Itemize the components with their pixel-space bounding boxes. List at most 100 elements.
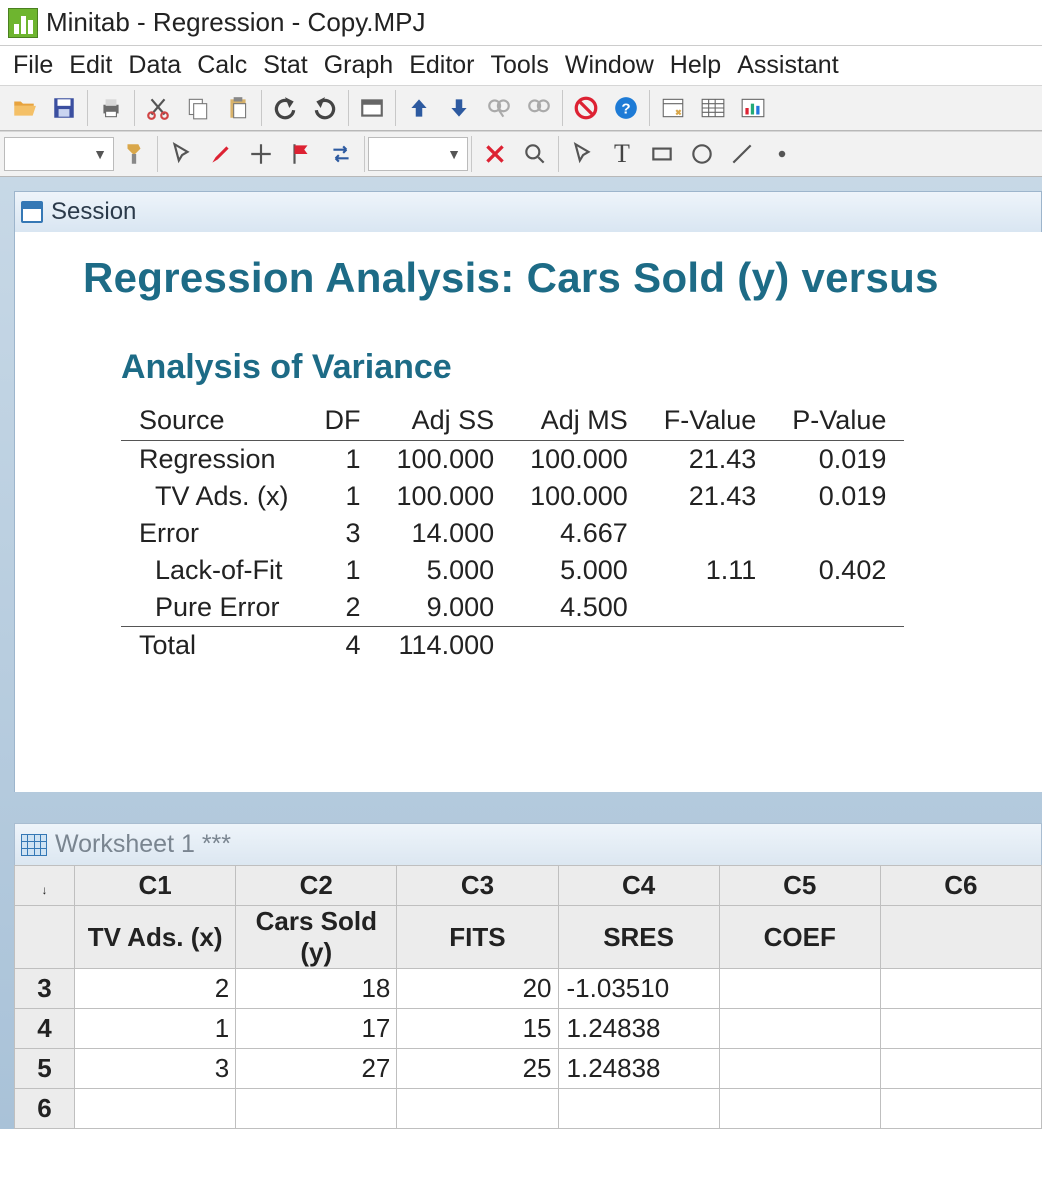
select-icon[interactable] — [562, 134, 602, 174]
menu-stat[interactable]: Stat — [256, 49, 314, 82]
row-header[interactable]: 4 — [15, 1009, 75, 1049]
worksheet-window-icon[interactable] — [693, 88, 733, 128]
find-next-icon[interactable] — [519, 88, 559, 128]
worksheet-cell[interactable]: 27 — [236, 1049, 397, 1089]
worksheet-cell[interactable] — [558, 1089, 719, 1129]
search-icon[interactable] — [515, 134, 555, 174]
worksheet-cell[interactable]: -1.03510 — [558, 969, 719, 1009]
graph-window-icon[interactable] — [733, 88, 773, 128]
worksheet-cell[interactable]: 2 — [75, 969, 236, 1009]
menu-edit[interactable]: Edit — [62, 49, 119, 82]
menu-tools[interactable]: Tools — [484, 49, 556, 82]
col-header-c1[interactable]: C1 — [75, 866, 236, 906]
open-icon[interactable] — [4, 88, 44, 128]
worksheet-corner[interactable]: ↓ — [15, 866, 75, 906]
flag-icon[interactable] — [281, 134, 321, 174]
find-icon[interactable] — [479, 88, 519, 128]
marker-tool-icon[interactable] — [762, 134, 802, 174]
brush-icon[interactable] — [201, 134, 241, 174]
name-box[interactable]: ▼ — [4, 137, 114, 171]
row-header[interactable]: 5 — [15, 1049, 75, 1089]
help-icon[interactable]: ? — [606, 88, 646, 128]
var-name-c4[interactable]: SRES — [558, 906, 719, 969]
worksheet-cell[interactable] — [719, 969, 880, 1009]
var-name-c6[interactable] — [880, 906, 1041, 969]
worksheet-cell[interactable] — [880, 1089, 1041, 1129]
session-heading: Regression Analysis: Cars Sold (y) versu… — [83, 254, 1042, 302]
worksheet-cell[interactable] — [236, 1089, 397, 1129]
anova-adjss: 100.000 — [379, 441, 513, 479]
menu-data[interactable]: Data — [121, 49, 188, 82]
save-icon[interactable] — [44, 88, 84, 128]
anova-df: 3 — [307, 515, 379, 552]
row-header[interactable]: 6 — [15, 1089, 75, 1129]
col-header-c4[interactable]: C4 — [558, 866, 719, 906]
cancel-icon[interactable] — [566, 88, 606, 128]
line-tool-icon[interactable] — [722, 134, 762, 174]
col-header-c3[interactable]: C3 — [397, 866, 558, 906]
delete-icon[interactable] — [475, 134, 515, 174]
worksheet-cell[interactable] — [880, 969, 1041, 1009]
worksheet-cell[interactable]: 25 — [397, 1049, 558, 1089]
menu-calc[interactable]: Calc — [190, 49, 254, 82]
chevron-down-icon: ▼ — [93, 146, 107, 162]
worksheet-cell[interactable]: 1 — [75, 1009, 236, 1049]
swap-icon[interactable] — [321, 134, 361, 174]
rectangle-tool-icon[interactable] — [642, 134, 682, 174]
arrow-down-icon[interactable] — [439, 88, 479, 128]
session-output[interactable]: Regression Analysis: Cars Sold (y) versu… — [14, 232, 1042, 792]
text-tool-icon[interactable]: T — [602, 134, 642, 174]
redo-icon[interactable] — [305, 88, 345, 128]
var-name-c3[interactable]: FITS — [397, 906, 558, 969]
format-painter-icon[interactable] — [114, 134, 154, 174]
menu-graph[interactable]: Graph — [317, 49, 400, 82]
worksheet-cell[interactable] — [880, 1009, 1041, 1049]
toolbar-standard: ? — [0, 85, 1042, 131]
worksheet-window-titlebar[interactable]: Worksheet 1 *** — [14, 823, 1042, 865]
var-name-c1[interactable]: TV Ads. (x) — [75, 906, 236, 969]
worksheet-cell[interactable] — [719, 1089, 880, 1129]
row-header[interactable]: 3 — [15, 969, 75, 1009]
menu-file[interactable]: File — [6, 49, 60, 82]
worksheet-varname-row-header[interactable] — [15, 906, 75, 969]
print-icon[interactable] — [91, 88, 131, 128]
menu-window[interactable]: Window — [558, 49, 661, 82]
worksheet-cell[interactable] — [880, 1049, 1041, 1089]
session-window-titlebar[interactable]: Session — [14, 191, 1042, 232]
column-selector[interactable]: ▼ — [368, 137, 468, 171]
copy-icon[interactable] — [178, 88, 218, 128]
anova-adjms: 100.000 — [512, 441, 646, 479]
anova-col-df: DF — [307, 401, 379, 441]
circle-tool-icon[interactable] — [682, 134, 722, 174]
svg-text:?: ? — [621, 100, 630, 117]
worksheet-cell[interactable] — [75, 1089, 236, 1129]
worksheet-cell[interactable]: 20 — [397, 969, 558, 1009]
paste-icon[interactable] — [218, 88, 258, 128]
var-name-c2[interactable]: Cars Sold (y) — [236, 906, 397, 969]
menu-help[interactable]: Help — [663, 49, 728, 82]
menu-editor[interactable]: Editor — [402, 49, 481, 82]
worksheet-cell[interactable]: 1.24838 — [558, 1009, 719, 1049]
arrow-up-icon[interactable] — [399, 88, 439, 128]
worksheet-cell[interactable] — [719, 1049, 880, 1089]
worksheet-cell[interactable]: 3 — [75, 1049, 236, 1089]
col-header-c6[interactable]: C6 — [880, 866, 1041, 906]
pointer-icon[interactable] — [161, 134, 201, 174]
worksheet-grid[interactable]: ↓ C1 C2 C3 C4 C5 C6 TV Ads. (x) Cars Sol… — [14, 865, 1042, 1129]
worksheet-cell[interactable]: 1.24838 — [558, 1049, 719, 1089]
col-header-c5[interactable]: C5 — [719, 866, 880, 906]
worksheet-cell[interactable] — [719, 1009, 880, 1049]
col-header-c2[interactable]: C2 — [236, 866, 397, 906]
menu-assistant[interactable]: Assistant — [730, 49, 845, 82]
var-name-c5[interactable]: COEF — [719, 906, 880, 969]
undo-icon[interactable] — [265, 88, 305, 128]
worksheet-cell[interactable]: 17 — [236, 1009, 397, 1049]
new-window-icon[interactable] — [352, 88, 392, 128]
session-window-icon[interactable] — [653, 88, 693, 128]
anova-f: 21.43 — [646, 441, 775, 479]
crosshair-icon[interactable] — [241, 134, 281, 174]
worksheet-cell[interactable] — [397, 1089, 558, 1129]
worksheet-cell[interactable]: 15 — [397, 1009, 558, 1049]
cut-icon[interactable] — [138, 88, 178, 128]
worksheet-cell[interactable]: 18 — [236, 969, 397, 1009]
